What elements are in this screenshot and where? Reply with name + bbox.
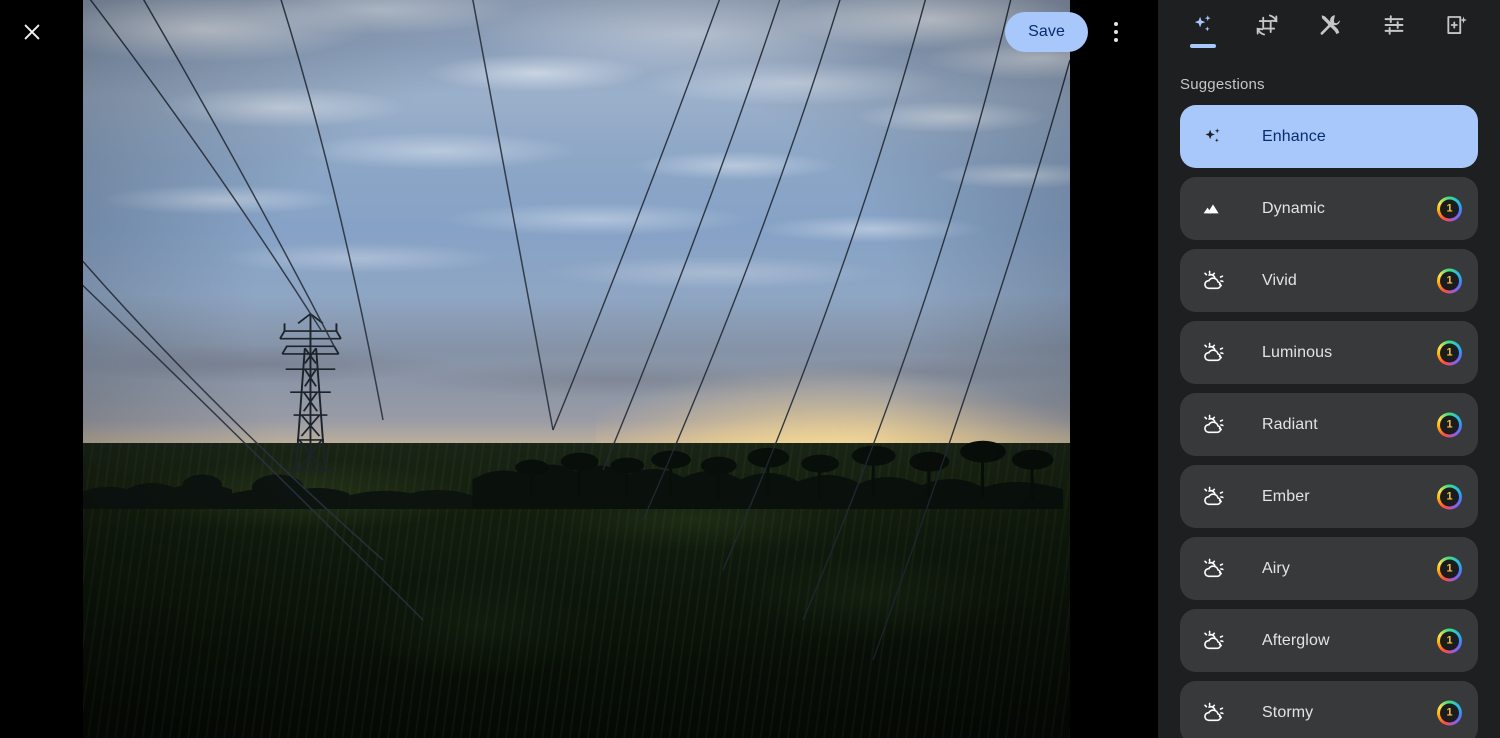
suggestions-heading: Suggestions: [1180, 76, 1265, 93]
pro-badge: 1: [1437, 340, 1462, 365]
mountain-icon: [1200, 196, 1226, 222]
tab-crop[interactable]: [1244, 6, 1290, 56]
tab-add[interactable]: [1434, 6, 1480, 56]
pro-badge-count: 1: [1440, 703, 1459, 722]
suggestion-list: Enhance Dynamic 1 Vivid 1 Luminous 1 Rad…: [1158, 105, 1500, 738]
suggestion-label: Stormy: [1262, 703, 1314, 721]
sun-cloud-icon: [1200, 340, 1226, 366]
photo-power-lines: [83, 0, 1070, 661]
pro-badge: 1: [1437, 700, 1462, 725]
sparkle-icon: [1190, 12, 1216, 38]
crop-rotate-icon: [1254, 12, 1280, 38]
suggestion-label: Ember: [1262, 487, 1310, 505]
suggestion-label: Afterglow: [1262, 631, 1330, 649]
sun-cloud-icon: [1200, 556, 1226, 582]
suggestion-airy[interactable]: Airy 1: [1180, 537, 1478, 600]
pro-badge-count: 1: [1440, 559, 1459, 578]
suggestion-label: Dynamic: [1262, 199, 1325, 217]
sun-cloud-icon: [1200, 628, 1226, 654]
pro-badge: 1: [1437, 628, 1462, 653]
suggestion-enhance[interactable]: Enhance: [1180, 105, 1478, 168]
suggestion-label: Airy: [1262, 559, 1290, 577]
add-effect-icon: [1444, 12, 1470, 38]
active-tab-indicator: [1190, 44, 1216, 48]
sun-cloud-icon: [1200, 412, 1226, 438]
close-button[interactable]: [14, 14, 50, 50]
edit-tool-tabs: [1158, 0, 1500, 60]
pro-badge-count: 1: [1440, 343, 1459, 362]
suggestion-ember[interactable]: Ember 1: [1180, 465, 1478, 528]
tab-suggestions[interactable]: [1180, 6, 1226, 56]
pro-badge-count: 1: [1440, 271, 1459, 290]
suggestion-stormy[interactable]: Stormy 1: [1180, 681, 1478, 738]
save-button[interactable]: Save: [1005, 12, 1088, 52]
sun-cloud-icon: [1200, 700, 1226, 726]
suggestion-label: Radiant: [1262, 415, 1318, 433]
sun-cloud-icon: [1200, 268, 1226, 294]
sun-cloud-icon: [1200, 484, 1226, 510]
pro-badge-count: 1: [1440, 487, 1459, 506]
tab-adjust[interactable]: [1371, 6, 1417, 56]
pro-badge: 1: [1437, 196, 1462, 221]
pro-badge: 1: [1437, 484, 1462, 509]
close-icon: [21, 21, 43, 43]
suggestion-afterglow[interactable]: Afterglow 1: [1180, 609, 1478, 672]
tab-tools[interactable]: [1307, 6, 1353, 56]
pro-badge-count: 1: [1440, 199, 1459, 218]
more-options-button[interactable]: [1096, 12, 1136, 52]
pro-badge: 1: [1437, 556, 1462, 581]
suggestion-radiant[interactable]: Radiant 1: [1180, 393, 1478, 456]
suggestion-label: Enhance: [1262, 127, 1326, 145]
more-vertical-icon: [1114, 22, 1118, 42]
photo-viewer: Save: [0, 0, 1158, 738]
suggestion-luminous[interactable]: Luminous 1: [1180, 321, 1478, 384]
sparkle-icon: [1200, 124, 1226, 150]
pro-badge: 1: [1437, 412, 1462, 437]
suggestion-vivid[interactable]: Vivid 1: [1180, 249, 1478, 312]
edit-panel: Suggestions Enhance Dynamic 1 Vivid 1 Lu…: [1158, 0, 1500, 738]
photo-editor-window: Save Suggestions Enhance Dynamic 1 Vivid…: [0, 0, 1500, 738]
pro-badge-count: 1: [1440, 631, 1459, 650]
pro-badge: 1: [1437, 268, 1462, 293]
suggestion-label: Vivid: [1262, 271, 1297, 289]
sliders-icon: [1381, 12, 1407, 38]
suggestion-dynamic[interactable]: Dynamic 1: [1180, 177, 1478, 240]
pro-badge-count: 1: [1440, 415, 1459, 434]
suggestion-label: Luminous: [1262, 343, 1333, 361]
photo-canvas[interactable]: [83, 0, 1070, 738]
tools-icon: [1317, 12, 1343, 38]
